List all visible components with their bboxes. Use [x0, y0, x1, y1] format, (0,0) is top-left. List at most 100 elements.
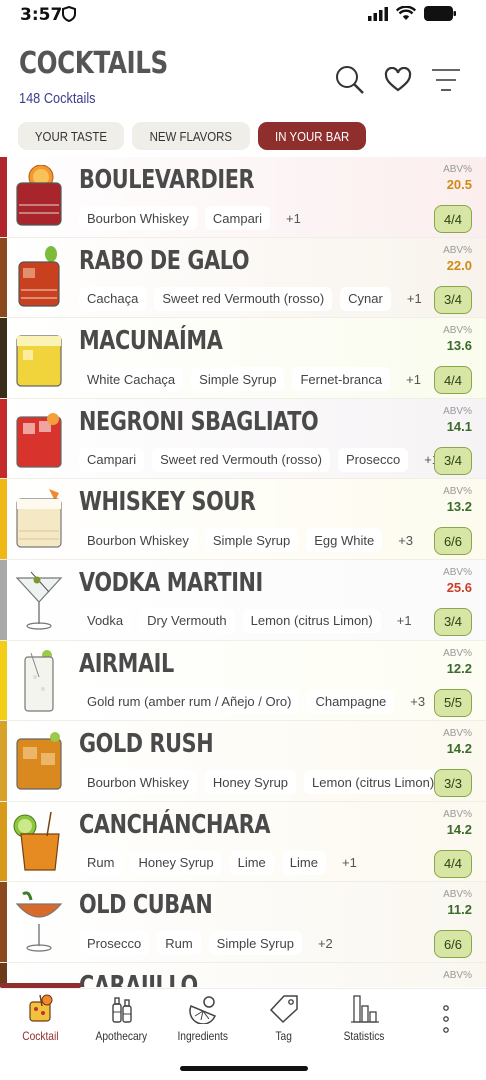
ingredient-tag: Gold rum (amber rum / Añejo / Oro): [79, 689, 300, 714]
cocktail-row[interactable]: GOLD RUSH Bourbon Whiskey Honey Syrup Lemon…: [0, 721, 486, 802]
rocks-glass-yellow-icon: [11, 326, 67, 390]
ingredient-tag: Bourbon Whiskey: [79, 528, 197, 553]
filter-new-flavors[interactable]: NEW FLAVORS: [131, 122, 250, 150]
ingredient-tag: White Cachaça: [79, 367, 184, 392]
rocks-glass-red-icon: [11, 245, 67, 310]
ingredient-match-badge: 5/5: [434, 688, 472, 717]
ingredient-tags: Bourbon Whiskey Campari +1: [79, 206, 309, 230]
ingredient-tag: Cachaça: [79, 286, 147, 311]
ingredient-tags: Rum Honey Syrup Lime Lime +1: [79, 850, 365, 875]
tab-apothecary[interactable]: Apothecary: [81, 989, 162, 1049]
ingredient-match-badge: 3/4: [434, 607, 472, 636]
cocktail-row[interactable]: NEGRONI SBAGLIATO Campari Sweet red Vermou…: [0, 398, 486, 480]
cocktail-row[interactable]: OLD CUBAN Prosecco Rum Simple Syrup +2 ABV% 11…: [0, 882, 486, 963]
bottom-tab-bar: Cocktail Apothecary Ingredients Tag Stat…: [0, 983, 486, 1080]
ingredient-match-badge: 4/4: [434, 366, 472, 395]
rocks-glass-amber-icon: [11, 729, 67, 793]
abv-label: ABV%: [443, 808, 472, 820]
ingredient-tag: Sweet red Vermouth (rosso): [152, 447, 330, 472]
search-icon[interactable]: [334, 64, 366, 96]
cocktail-name: AIRMAIL: [79, 648, 174, 679]
ingredient-match-badge: 4/4: [434, 849, 472, 878]
ingredient-tag: Prosecco: [79, 931, 150, 956]
tab-label: Statistics: [344, 1029, 385, 1043]
ingredient-match-badge: 6/6: [434, 930, 472, 959]
abv-label: ABV%: [443, 728, 472, 740]
more-ingredients-count: +1: [341, 855, 357, 871]
cocktail-row[interactable]: MACUNAÍMA White Cachaça Simple Syrup Fernet…: [0, 318, 486, 399]
ingredient-tags: Prosecco Rum Simple Syrup +2: [79, 931, 341, 956]
ingredient-tag: Egg White: [306, 528, 383, 553]
abv-label: ABV%: [443, 325, 472, 337]
filter-in-your-bar[interactable]: IN YOUR BAR: [257, 122, 366, 150]
clay-cup-lime-icon: [11, 810, 67, 874]
ingredient-tag: Vodka: [79, 608, 132, 633]
abv-label: ABV%: [443, 164, 472, 175]
ingredient-tag: Honey Syrup: [204, 770, 297, 795]
ingredient-tag: Simple Syrup: [191, 367, 285, 392]
ingredient-tag: Campari: [79, 447, 145, 472]
sour-glass-icon: [11, 487, 67, 551]
bar-chart-icon: [350, 993, 380, 1025]
ingredient-tag: Dry Vermouth: [139, 608, 235, 633]
ingredient-tags: Gold rum (amber rum / Añejo / Oro) Champa…: [79, 689, 433, 714]
cocktail-row[interactable]: VODKA MARTINI Vodka Dry Vermouth Lemon (cit…: [0, 559, 486, 641]
cocktail-icon: [26, 993, 56, 1025]
ingredient-match-badge: 3/3: [434, 769, 472, 798]
ingredient-tags: Campari Sweet red Vermouth (rosso) Prosecc…: [79, 447, 447, 472]
abv-label: ABV%: [443, 647, 472, 659]
rocks-glass-ice-red-icon: [11, 407, 67, 471]
abv-value: 14.1: [446, 418, 472, 434]
abv-value: 14.2: [446, 821, 472, 837]
more-ingredients-count: +3: [410, 694, 426, 710]
ingredient-tag: Lime: [281, 850, 326, 875]
filter-menu-icon[interactable]: [430, 64, 462, 96]
abv-value: 20.5: [446, 177, 472, 192]
ingredient-tag: Honey Syrup: [130, 850, 222, 875]
ingredient-tags: Vodka Dry Vermouth Lemon (citrus Limon) +1: [79, 608, 420, 633]
cocktail-row[interactable]: AIRMAIL Gold rum (amber rum / Añejo / Oro…: [0, 640, 486, 722]
ingredient-tag: Lemon (citrus Limon): [304, 770, 443, 795]
cocktail-name: RABO DE GALO: [79, 245, 250, 276]
signal-icon: [368, 6, 388, 26]
ingredient-tag: Simple Syrup: [204, 528, 299, 553]
category-stripe: [0, 559, 7, 640]
category-stripe: [0, 640, 7, 721]
category-stripe: [0, 801, 7, 882]
filter-chips: YOUR TASTE NEW FLAVORS IN YOUR BAR: [18, 122, 366, 150]
ingredient-tag: Bourbon Whiskey: [79, 206, 197, 230]
cocktail-row[interactable]: RABO DE GALO Cachaça Sweet red Vermouth (r…: [0, 237, 486, 319]
tab-label: Ingredients: [177, 1029, 228, 1043]
home-indicator: [180, 1066, 308, 1071]
ingredient-match-badge: 3/4: [434, 446, 472, 475]
cocktail-name: MACUNAÍMA: [79, 326, 223, 357]
tab-tag[interactable]: Tag: [243, 989, 324, 1049]
ingredient-tag: Fernet-branca: [292, 367, 391, 392]
shield-icon: [62, 5, 76, 27]
ingredient-tag: Cynar: [340, 286, 391, 311]
status-indicators: [368, 5, 456, 26]
highball-glass-icon: [11, 649, 67, 713]
more-ingredients-count: +1: [286, 210, 301, 226]
cocktail-row[interactable]: WHISKEY SOUR Bourbon Whiskey Simple Syrup E…: [0, 479, 486, 560]
abv-label: ABV%: [443, 889, 472, 901]
tab-cocktail[interactable]: Cocktail: [0, 983, 81, 1049]
cocktail-name: WHISKEY SOUR: [79, 487, 256, 518]
more-vertical-icon: [442, 1003, 450, 1035]
cocktail-row[interactable]: CANCHÁNCHARA Rum Honey Syrup Lime Lime +1 ABV%…: [0, 801, 486, 883]
tab-statistics[interactable]: Statistics: [324, 989, 405, 1049]
more-options-button[interactable]: [405, 989, 486, 1049]
abv-value: 13.2: [446, 499, 472, 515]
favorites-heart-icon[interactable]: [382, 64, 414, 96]
category-stripe: [0, 479, 7, 559]
more-ingredients-count: +1: [406, 291, 422, 307]
category-stripe: [0, 237, 7, 318]
cocktail-row[interactable]: BOULEVARDIER Bourbon Whiskey Campari +1 ABV%…: [0, 157, 486, 238]
page-title: COCKTAILS: [19, 46, 168, 81]
filter-your-taste[interactable]: YOUR TASTE: [18, 122, 124, 150]
status-time: 3:57: [20, 5, 63, 25]
old-fashioned-glass-orange-icon: [11, 164, 67, 229]
tab-ingredients[interactable]: Ingredients: [162, 989, 243, 1049]
app-header: COCKTAILS 148 Cocktails: [0, 44, 486, 116]
cocktail-list[interactable]: BOULEVARDIER Bourbon Whiskey Campari +1 ABV%…: [0, 157, 486, 987]
